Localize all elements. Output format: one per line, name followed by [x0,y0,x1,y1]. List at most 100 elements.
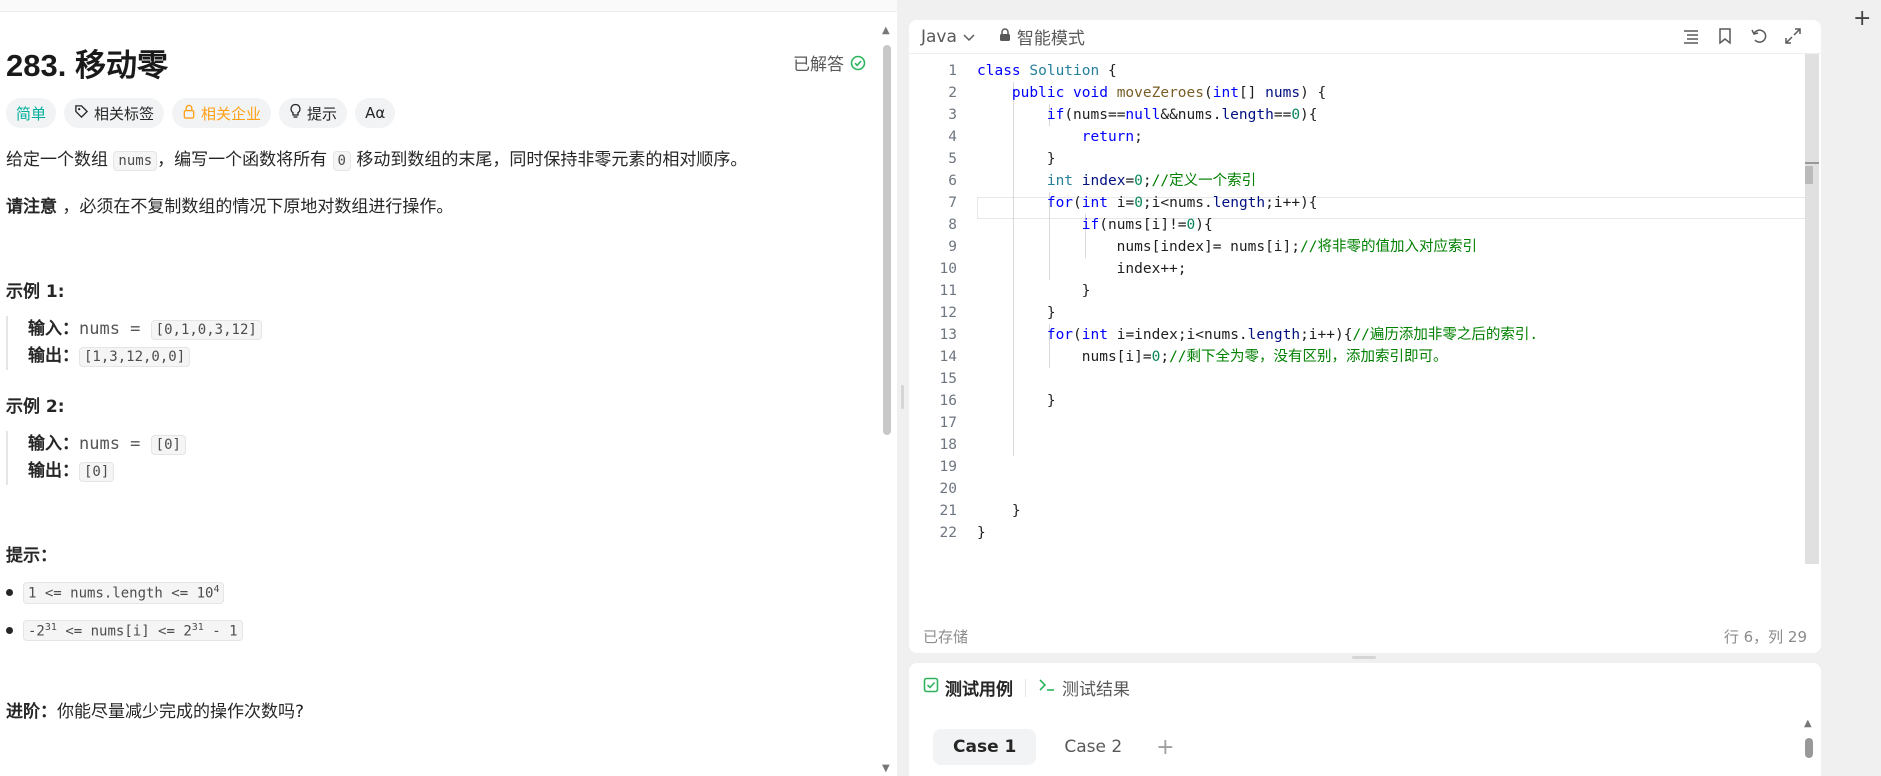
scroll-up-arrow-icon[interactable]: ▲ [882,25,890,36]
problem-note: 请注意 ，必须在不复制数组的情况下原地对数组进行操作。 [6,193,866,221]
code-text: } [977,393,1056,409]
code-text: if(nums[i]!=0){ [1081,217,1213,233]
line-number: 7 [948,195,957,211]
constraint-1: 1 <= nums.length <= 104 [6,582,866,604]
tag-icon [74,104,89,123]
line-number: 10 [939,261,957,277]
line-number: 11 [939,283,957,299]
expand-icon[interactable] [1783,26,1803,46]
example-2: 输入：nums = [0] 输出： [0] [6,431,866,485]
smart-mode-toggle[interactable]: 智能模式 [999,24,1085,49]
format-code-icon[interactable] [1681,26,1701,46]
desc-text: ，编写一个函数将所有 [157,150,333,170]
editor-actions [1681,26,1803,46]
scroll-up-arrow-icon[interactable]: ▲ [1804,718,1812,729]
case-2-tab[interactable]: Case 2 [1044,729,1142,765]
constraint-text: 1 <= nums.length <= 10 [28,585,214,602]
exponent: 31 [191,621,204,633]
bookmark-icon[interactable] [1715,26,1735,46]
code-text: } [977,305,1056,321]
solved-status[interactable]: 已解答 [793,50,866,75]
note-text: ，必须在不复制数组的情况下原地对数组进行操作。 [57,197,454,217]
input-label: 输入： [28,434,79,454]
tab-test-cases[interactable]: 测试用例 [923,675,1013,700]
line-number: 9 [948,239,957,255]
output-label: 输出： [28,461,79,481]
line-number: 14 [939,349,957,365]
line-number: 3 [948,107,957,123]
cursor-position: 行 6，列 29 [1723,628,1807,646]
line-number: 17 [939,415,957,431]
follow-up-text: 你能尽量减少完成的操作次数吗? [57,702,305,723]
font-size-button[interactable]: Aα [355,98,396,128]
chevron-down-icon [963,27,975,47]
lock-icon [182,104,196,123]
leetcode-workspace: 283. 移动零 已解答 简单 相关标签 相关企业 提示 Aα 给定一个数组 n… [0,0,1881,776]
code-text: } [977,525,986,541]
exponent: 31 [44,621,57,633]
code-text: return; [1081,129,1143,145]
scroll-thumb[interactable] [883,45,891,435]
scroll-down-arrow-icon[interactable]: ▼ [882,763,890,774]
problem-title: 283. 移动零 [6,48,168,83]
editor-scrollbar[interactable] [1805,54,1819,564]
problem-panel: 283. 移动零 已解答 简单 相关标签 相关企业 提示 Aα 给定一个数组 n… [0,0,897,776]
test-panel-scrollbar[interactable]: ▲ [1802,718,1816,776]
case-1-tab[interactable]: Case 1 [933,729,1037,765]
editor-toolbar: Java 智能模式 [909,20,1821,54]
line-number: 12 [939,305,957,321]
output-label: 输出： [28,346,79,366]
line-number: 16 [939,393,957,409]
line-number: 2 [948,85,957,101]
input-value: [0,1,0,3,12] [150,320,262,340]
language-select[interactable]: Java [921,27,975,47]
code-text: for(int i=index;i<nums.length;i++){//遍历添… [1046,327,1539,343]
checkbox-icon [923,677,939,698]
desc-text: 移动到数组的末尾，同时保持非零元素的相对顺序。 [350,150,748,170]
output-value: [1,3,12,0,0] [79,347,191,367]
line-number: 13 [939,327,957,343]
constraints-title: 提示： [6,546,57,566]
follow-up: 进阶：你能尽量减少完成的操作次数吗? [6,697,866,722]
solved-label: 已解答 [793,55,844,75]
related-tags-label: 相关标签 [94,104,155,123]
example-1: 输入：nums = [0,1,0,3,12] 输出： [1,3,12,0,0] [6,316,866,370]
input-name: nums = [79,434,151,454]
scroll-thumb[interactable] [1805,166,1813,184]
related-tags-button[interactable]: 相关标签 [64,98,165,128]
tab-test-results[interactable]: 测试结果 [1038,675,1130,700]
desc-code-zero: 0 [332,151,351,171]
title-row: 283. 移动零 已解答 [6,40,866,84]
editor-status-bar: 已存储 行 6，列 29 [909,618,1821,653]
code-text: index++; [977,261,1187,277]
line-number: 15 [939,371,957,387]
constraint-text: <= nums[i] <= 2 [56,623,192,640]
vertical-resize-handle[interactable] [901,385,904,409]
line-number: 22 [939,525,957,541]
horizontal-resize-handle[interactable] [1352,656,1376,659]
add-case-button[interactable]: + [1156,735,1174,760]
hint-button[interactable]: 提示 [279,98,348,128]
follow-up-bold: 进阶： [6,702,57,723]
line-number: 20 [939,481,957,497]
input-value: [0] [150,435,186,455]
add-panel-icon[interactable]: + [1853,6,1871,31]
line-number: 21 [939,503,957,519]
code-editor: Java 智能模式 1 class Solution { 2 public vo… [909,20,1821,653]
bullet-dot [6,589,13,597]
code-text-area[interactable]: 1 class Solution { 2 public void moveZero… [909,60,1807,620]
constraint-text: - 1 [203,623,238,640]
scroll-thumb[interactable] [1805,738,1813,758]
problem-scrollbar[interactable]: ▲ ▼ [880,25,892,776]
font-icon: Aα [365,104,386,122]
related-companies-button[interactable]: 相关企业 [172,98,272,128]
line-number: 4 [948,129,957,145]
check-circle-icon [850,55,866,71]
desc-text: 给定一个数组 [6,150,114,170]
line-number: 18 [939,437,957,453]
difficulty-label: 简单 [16,104,47,123]
reset-icon[interactable] [1749,26,1769,46]
tab-test-results-label: 测试结果 [1062,680,1130,700]
tab-test-cases-label: 测试用例 [945,680,1013,700]
case-tabs: Case 1 Case 2 + [933,729,1175,765]
